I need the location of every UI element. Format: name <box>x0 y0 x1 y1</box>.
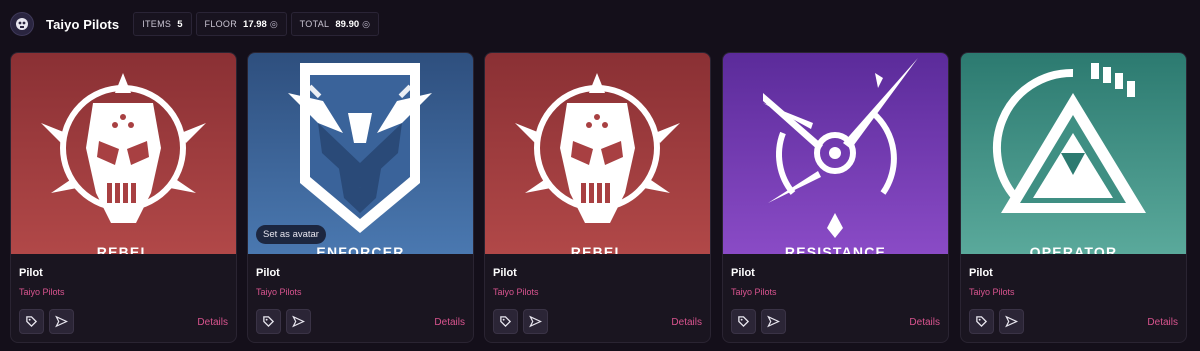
details-link[interactable]: Details <box>434 317 465 328</box>
skull-emblem-icon <box>515 73 680 223</box>
stat-items: ITEMS 5 <box>133 12 192 36</box>
stat-total-label: TOTAL <box>299 19 330 29</box>
triangle-emblem-icon <box>992 63 1146 213</box>
stat-items-value: 5 <box>177 18 183 30</box>
eagle-shield-emblem-icon <box>288 63 432 233</box>
collection-title: Taiyo Pilots <box>46 16 120 32</box>
card-name: Pilot <box>19 267 43 279</box>
nft-artwork[interactable]: OPERATOR <box>961 53 1186 254</box>
send-button[interactable] <box>761 309 786 334</box>
nft-card[interactable]: ENFORCER Set as avatar Pilot Taiyo Pilot… <box>247 52 474 343</box>
card-collection[interactable]: Taiyo Pilots <box>256 287 302 297</box>
nft-card[interactable]: OPERATOR Pilot Taiyo Pilots Details <box>960 52 1187 343</box>
send-icon <box>1005 315 1018 328</box>
list-button[interactable] <box>731 309 756 334</box>
card-name: Pilot <box>731 267 755 279</box>
artwork-faction-label: REBEL <box>96 244 151 254</box>
card-collection[interactable]: Taiyo Pilots <box>493 287 539 297</box>
skull-emblem-icon <box>41 73 206 223</box>
collection-logo-icon[interactable] <box>10 12 34 36</box>
nft-card[interactable]: RESISTANCE Pilot Taiyo Pilots Details <box>722 52 949 343</box>
details-link[interactable]: Details <box>1147 317 1178 328</box>
list-button[interactable] <box>493 309 518 334</box>
nft-card[interactable]: REBEL Pilot Taiyo Pilots Details <box>10 52 237 343</box>
send-icon <box>529 315 542 328</box>
card-collection[interactable]: Taiyo Pilots <box>19 287 65 297</box>
send-button[interactable] <box>523 309 548 334</box>
sol-icon: ◎ <box>269 18 278 29</box>
nft-artwork[interactable]: ENFORCER Set as avatar <box>248 53 473 254</box>
artwork-faction-label: ENFORCER <box>316 244 405 254</box>
stat-floor: FLOOR 17.98 ◎ <box>195 12 287 36</box>
details-link[interactable]: Details <box>671 317 702 328</box>
artwork-faction-label: OPERATOR <box>1029 244 1118 254</box>
list-button[interactable] <box>19 309 44 334</box>
list-button[interactable] <box>256 309 281 334</box>
tag-icon <box>263 316 275 328</box>
card-collection[interactable]: Taiyo Pilots <box>731 287 777 297</box>
sol-icon: ◎ <box>362 18 370 29</box>
nft-artwork[interactable]: REBEL <box>485 53 710 254</box>
tag-icon <box>976 316 988 328</box>
card-collection[interactable]: Taiyo Pilots <box>969 287 1015 297</box>
details-link[interactable]: Details <box>197 317 228 328</box>
card-name: Pilot <box>256 267 280 279</box>
stat-items-label: ITEMS <box>142 19 172 29</box>
stat-floor-value: 17.98 <box>243 18 267 30</box>
header-bar: Taiyo Pilots ITEMS 5 FLOOR 17.98 ◎ TOTAL… <box>0 0 1200 48</box>
send-button[interactable] <box>49 309 74 334</box>
nft-card[interactable]: REBEL Pilot Taiyo Pilots Details <box>484 52 711 343</box>
list-button[interactable] <box>969 309 994 334</box>
artwork-faction-label: RESISTANCE <box>784 244 887 254</box>
stat-total-value: 89.90 <box>335 18 360 30</box>
card-name: Pilot <box>493 267 517 279</box>
card-name: Pilot <box>969 267 993 279</box>
tag-icon <box>26 316 38 328</box>
nft-artwork[interactable]: REBEL <box>11 53 236 254</box>
send-button[interactable] <box>999 309 1024 334</box>
stat-total: TOTAL 89.90 ◎ <box>290 12 379 36</box>
tag-icon <box>738 316 750 328</box>
details-link[interactable]: Details <box>909 317 940 328</box>
send-icon <box>767 315 780 328</box>
tag-icon <box>500 316 512 328</box>
artwork-faction-label: REBEL <box>570 244 625 254</box>
send-icon <box>292 315 305 328</box>
stat-floor-label: FLOOR <box>204 19 238 29</box>
send-icon <box>55 315 68 328</box>
compass-emblem-icon <box>763 58 918 238</box>
set-as-avatar-button[interactable]: Set as avatar <box>256 225 326 244</box>
send-button[interactable] <box>286 309 311 334</box>
nft-artwork[interactable]: RESISTANCE <box>723 53 948 254</box>
